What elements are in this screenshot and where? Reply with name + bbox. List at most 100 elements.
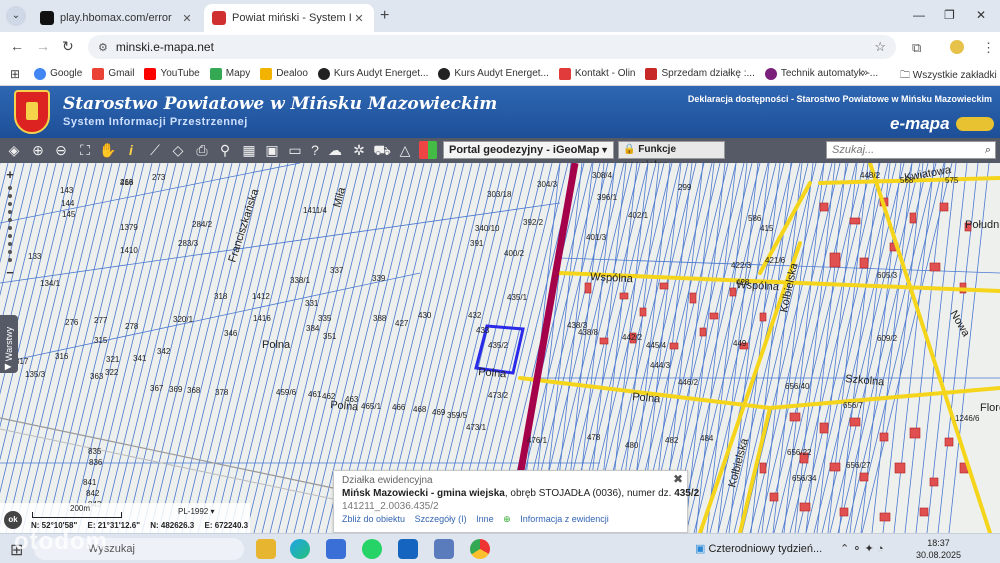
- zoom-level-dot[interactable]: [8, 242, 12, 246]
- details-link[interactable]: Szczegóły (I): [415, 514, 467, 524]
- forward-icon[interactable]: →: [36, 38, 50, 54]
- parcel-number-label: 133: [28, 252, 42, 261]
- parcel-number-label: 308/4: [592, 171, 613, 180]
- map-view[interactable]: 268 273 304/3 308/4 299 303/18 340/10 391 392/2 3…: [0, 163, 1000, 533]
- parcel-number-label: 335: [318, 314, 332, 323]
- clock-time: 18:37: [927, 538, 950, 548]
- minimize-icon[interactable]: —: [913, 8, 925, 22]
- zoom-level-dot[interactable]: [8, 202, 12, 206]
- bookmark-kontakt[interactable]: Kontakt - Olin: [558, 67, 635, 80]
- chrome-icon[interactable]: [470, 539, 490, 559]
- parcel-number-label: 605/3: [877, 271, 898, 280]
- new-tab-icon[interactable]: +: [380, 7, 389, 25]
- building: [759, 462, 767, 474]
- info-icon[interactable]: i: [122, 141, 140, 159]
- store-icon[interactable]: [326, 539, 346, 559]
- measure-area-icon[interactable]: ◇: [169, 141, 187, 159]
- zoom-out-icon[interactable]: ⊖: [52, 141, 70, 159]
- url-field[interactable]: ⚙ minski.e-mapa.net ☆: [88, 35, 896, 59]
- special-functions-button[interactable]: 🔒 Funkcje specjalne: [618, 141, 725, 171]
- bookmark-kurs-1[interactable]: Kurs Audyt Energet...: [317, 67, 428, 80]
- accessibility-link[interactable]: Deklaracja dostępności - Starostwo Powia…: [688, 94, 992, 104]
- building: [944, 437, 954, 447]
- close-tab-icon[interactable]: ✕: [352, 12, 366, 25]
- print-icon[interactable]: ⎙: [193, 141, 211, 159]
- back-icon[interactable]: ←: [10, 38, 24, 54]
- extensions-icon[interactable]: ⧉: [912, 40, 921, 56]
- more-bookmarks-icon[interactable]: »: [862, 67, 868, 79]
- zoom-level-dot[interactable]: [8, 234, 12, 238]
- zoom-extent-icon[interactable]: ⛶: [76, 141, 94, 159]
- search-field[interactable]: ⌕: [826, 141, 996, 159]
- pan-hand-icon[interactable]: ✋: [99, 141, 117, 159]
- browser-tab-emapa[interactable]: Powiat miński - System Informa ✕: [204, 4, 374, 32]
- search-icon[interactable]: ⌕: [985, 142, 991, 158]
- profile-avatar-icon[interactable]: [950, 40, 964, 54]
- browser-tab-hbomax[interactable]: play.hbomax.com/error ✕: [32, 4, 202, 32]
- popup-close-icon[interactable]: ✖: [673, 472, 683, 486]
- reload-icon[interactable]: ↻: [62, 38, 74, 55]
- zoom-in-icon[interactable]: ⊕: [29, 141, 47, 159]
- map-zoom-in-icon[interactable]: +: [3, 168, 17, 182]
- bookmark-star-icon[interactable]: ☆: [874, 39, 886, 55]
- system-tray[interactable]: ⌃ ⚬ ✦ ◔: [840, 542, 883, 555]
- bookmark-mapy[interactable]: Mapy: [209, 67, 250, 80]
- zoom-level-dot[interactable]: [8, 250, 12, 254]
- cadastre-info-link[interactable]: Informacja z ewidencji: [520, 514, 609, 524]
- grid-icon[interactable]: ▦: [240, 141, 258, 159]
- parcel-number-label: 304/3: [537, 180, 558, 189]
- other-link[interactable]: Inne: [476, 514, 494, 524]
- popup-parcel-id: 141211_2.0036.435/2: [342, 501, 439, 512]
- zoom-level-dot[interactable]: [8, 226, 12, 230]
- edge-icon[interactable]: [290, 539, 310, 559]
- bookmark-sprzedam[interactable]: Sprzedam działkę :...: [645, 67, 755, 80]
- parcel-boundary: [829, 163, 921, 533]
- zoom-level-dot[interactable]: [8, 186, 12, 190]
- taskbar-clock[interactable]: 18:37 30.08.2025: [916, 537, 961, 561]
- bookmark-google[interactable]: Google: [34, 67, 82, 80]
- search-input[interactable]: [832, 144, 972, 156]
- measure-line-icon[interactable]: ⟋: [146, 141, 164, 159]
- kurs-icon: [317, 67, 330, 80]
- building: [839, 507, 849, 517]
- apps-grid-icon[interactable]: ⊞: [10, 67, 20, 81]
- zoom-level-dot[interactable]: [8, 194, 12, 198]
- bookmark-dealoo[interactable]: Dealoo: [260, 67, 308, 80]
- map-zoom-out-icon[interactable]: −: [3, 266, 17, 280]
- calculator-icon[interactable]: [434, 539, 454, 559]
- bookmark-gmail[interactable]: Gmail: [92, 67, 134, 80]
- outlook-icon[interactable]: [398, 539, 418, 559]
- file-explorer-icon[interactable]: [256, 539, 276, 559]
- color-grid-icon[interactable]: [419, 141, 437, 159]
- bookmark-youtube[interactable]: YouTube: [144, 67, 200, 80]
- menu-dots-icon[interactable]: ⋮: [982, 40, 995, 56]
- tab-search-icon[interactable]: ⌄: [6, 6, 26, 26]
- comment-icon[interactable]: ▭: [286, 141, 304, 159]
- zoom-level-dot[interactable]: [8, 210, 12, 214]
- settings-icon[interactable]: ✲: [350, 141, 368, 159]
- warning-icon[interactable]: △: [396, 141, 414, 159]
- restore-icon[interactable]: ❐: [944, 8, 955, 22]
- close-tab-icon[interactable]: ✕: [180, 12, 194, 25]
- site-info-icon[interactable]: ⚙: [98, 41, 108, 54]
- layers-panel-tab[interactable]: Warstwy ▶: [0, 315, 18, 373]
- layers-icon[interactable]: ◈: [5, 141, 23, 159]
- zoom-level-dot[interactable]: [8, 218, 12, 222]
- window-icon[interactable]: ▣: [263, 141, 281, 159]
- help-icon[interactable]: ?: [306, 141, 324, 159]
- crs-select[interactable]: PL-1992 ▾: [178, 507, 215, 516]
- ok-button[interactable]: ok: [4, 511, 22, 529]
- parcel-number-label: 145: [62, 210, 76, 219]
- all-bookmarks[interactable]: 🗀 Wszystkie zakładki: [900, 68, 997, 85]
- pin-icon[interactable]: ⚲: [216, 141, 234, 159]
- cloud-icon[interactable]: ☁: [326, 141, 344, 159]
- zoom-to-object-link[interactable]: Zbliż do obiektu: [342, 514, 405, 524]
- cart-icon[interactable]: ⛟: [373, 141, 391, 159]
- bookmark-kurs-2[interactable]: Kurs Audyt Energet...: [438, 67, 549, 80]
- weather-icon: ▣: [695, 543, 709, 555]
- weather-widget[interactable]: ▣ Czterodniowy tydzień...: [695, 542, 822, 555]
- close-window-icon[interactable]: ✕: [976, 8, 986, 22]
- portal-select[interactable]: Portal geodezyjny - iGeoMap ▼: [443, 141, 614, 159]
- whatsapp-icon[interactable]: [362, 539, 382, 559]
- zoom-level-dot[interactable]: [8, 258, 12, 262]
